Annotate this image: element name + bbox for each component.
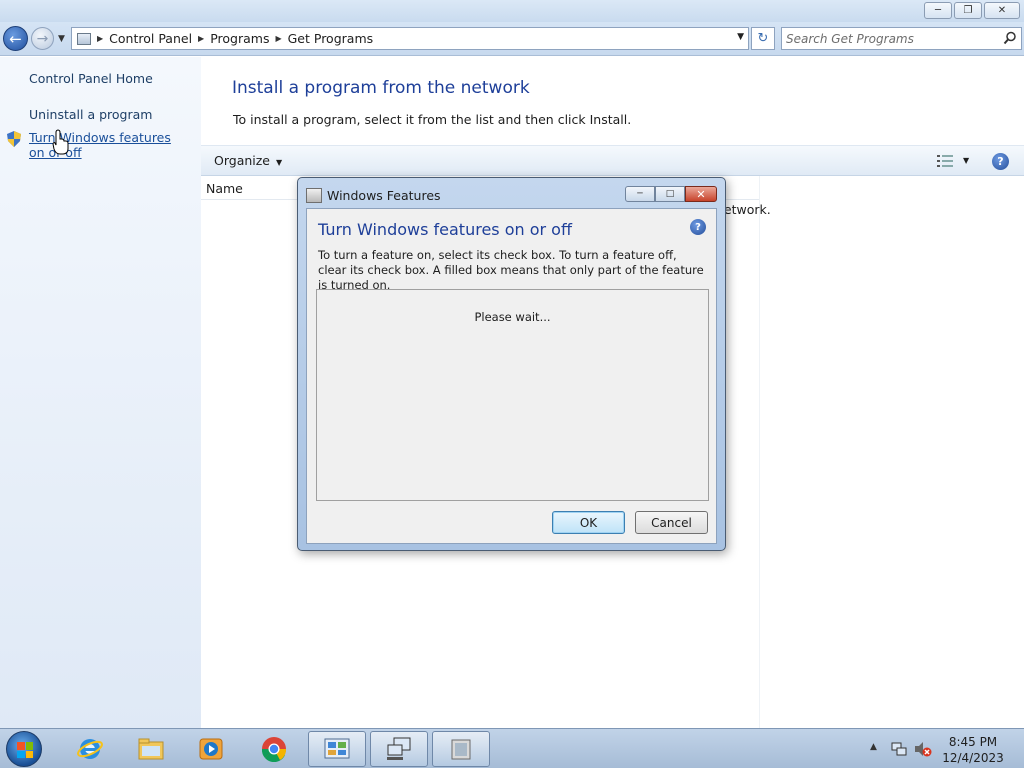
- left-navigation-pane: Control Panel Home Uninstall a program T…: [0, 57, 201, 728]
- dialog-body: Turn Windows features on or off ? To tur…: [306, 208, 717, 544]
- navigation-bar: ← → ▼ ▶ Control Panel ▶ Programs ▶ Get P…: [0, 22, 1024, 56]
- recent-pages-dropdown[interactable]: ▼: [58, 34, 65, 44]
- minimize-icon: ─: [934, 5, 942, 16]
- organize-button[interactable]: Organize ▼: [214, 153, 282, 168]
- uninstall-program-link[interactable]: Uninstall a program: [29, 107, 152, 122]
- hand-cursor-icon: [52, 129, 69, 155]
- windows-features-app-icon: [306, 188, 322, 203]
- control-panel-icon: [77, 32, 91, 45]
- dialog-heading: Turn Windows features on or off: [318, 220, 572, 239]
- windows-features-dialog: Windows Features ─ □ ✕ Turn Windows feat…: [297, 177, 726, 551]
- windows-logo-icon: [17, 742, 33, 758]
- control-panel-home-link[interactable]: Control Panel Home: [29, 71, 153, 86]
- folder-icon: [138, 738, 164, 760]
- dialog-close-button[interactable]: ✕: [685, 186, 717, 202]
- minimize-button[interactable]: ─: [924, 2, 952, 19]
- refresh-button[interactable]: ↻: [751, 27, 775, 50]
- breadcrumb-arrow-icon[interactable]: ▶: [275, 34, 281, 43]
- maximize-icon: □: [665, 189, 675, 199]
- dialog-help-icon[interactable]: ?: [690, 219, 706, 235]
- breadcrumb-arrow-icon[interactable]: ▶: [97, 34, 103, 43]
- page-title: Install a program from the network: [232, 78, 530, 98]
- address-dropdown-icon[interactable]: ▼: [737, 32, 744, 42]
- system-clock[interactable]: 8:45 PM 12/4/2023: [940, 734, 1006, 766]
- forward-button[interactable]: →: [31, 27, 54, 50]
- uac-shield-icon: [7, 131, 21, 147]
- window-titlebar: ─ ❐ ✕: [0, 0, 1024, 22]
- address-bar[interactable]: ▶ Control Panel ▶ Programs ▶ Get Program…: [71, 27, 749, 50]
- ok-button[interactable]: OK: [552, 511, 625, 534]
- view-dropdown-icon[interactable]: ▼: [963, 156, 969, 165]
- taskbar-media-player[interactable]: [182, 731, 240, 767]
- features-list[interactable]: Please wait...: [316, 289, 709, 501]
- column-name-header[interactable]: Name: [206, 181, 243, 196]
- breadcrumb-programs[interactable]: Programs: [210, 31, 269, 46]
- maximize-icon: ❐: [963, 5, 973, 16]
- network-computer-icon: [387, 737, 411, 760]
- dialog-window-controls: ─ □ ✕: [625, 186, 717, 202]
- dialog-maximize-button[interactable]: □: [655, 186, 685, 202]
- page-description: To install a program, select it from the…: [233, 112, 632, 127]
- control-panel-icon: [324, 738, 350, 759]
- chevron-down-icon: ▼: [276, 158, 283, 167]
- close-button[interactable]: ✕: [984, 2, 1020, 19]
- taskbar-windows-explorer[interactable]: [122, 731, 180, 767]
- organize-label: Organize: [214, 153, 270, 168]
- network-tray-icon[interactable]: [891, 741, 907, 757]
- taskbar-control-panel[interactable]: [308, 731, 366, 767]
- search-input[interactable]: [786, 31, 996, 47]
- minimize-icon: ─: [637, 189, 643, 199]
- back-arrow-icon: ←: [9, 29, 22, 48]
- cancel-button[interactable]: Cancel: [635, 511, 708, 534]
- forward-arrow-icon: →: [36, 30, 49, 47]
- close-icon: ✕: [997, 5, 1007, 16]
- breadcrumb-arrow-icon[interactable]: ▶: [198, 34, 204, 43]
- refresh-icon: ↻: [757, 31, 769, 46]
- chrome-icon: [261, 737, 287, 762]
- clock-time: 8:45 PM: [948, 735, 998, 749]
- column-divider: [759, 176, 760, 728]
- maximize-button[interactable]: ❐: [954, 2, 982, 19]
- loading-status: Please wait...: [474, 310, 551, 324]
- internet-explorer-icon: [77, 739, 103, 759]
- breadcrumb-get-programs[interactable]: Get Programs: [288, 31, 374, 46]
- media-player-icon: [199, 738, 223, 760]
- clock-date: 12/4/2023: [942, 751, 1004, 765]
- taskbar: ▲ 8:45 PM 12/4/2023: [0, 728, 1024, 768]
- start-button[interactable]: [6, 731, 42, 767]
- volume-muted-icon[interactable]: [914, 741, 932, 757]
- show-hidden-icons-button[interactable]: ▲: [870, 742, 877, 752]
- taskbar-windows-features[interactable]: [432, 731, 490, 767]
- windows-features-icon: [451, 739, 471, 760]
- taskbar-chrome[interactable]: [245, 731, 303, 767]
- dialog-titlebar[interactable]: Windows Features ─ □ ✕: [298, 178, 725, 207]
- dialog-title: Windows Features: [327, 188, 441, 203]
- taskbar-network-connections[interactable]: [370, 731, 428, 767]
- search-icon[interactable]: [1003, 31, 1017, 45]
- search-box[interactable]: [781, 27, 1022, 50]
- view-options-icon[interactable]: [937, 155, 953, 167]
- window-controls: ─ ❐ ✕: [924, 2, 1020, 19]
- back-button[interactable]: ←: [3, 26, 28, 51]
- command-toolbar: Organize ▼ ▼ ?: [201, 145, 1024, 176]
- help-icon[interactable]: ?: [992, 153, 1009, 170]
- dialog-description: To turn a feature on, select its check b…: [318, 248, 704, 292]
- dialog-minimize-button[interactable]: ─: [625, 186, 655, 202]
- breadcrumb-control-panel[interactable]: Control Panel: [109, 31, 192, 46]
- close-icon: ✕: [696, 187, 706, 201]
- taskbar-internet-explorer[interactable]: [61, 731, 119, 767]
